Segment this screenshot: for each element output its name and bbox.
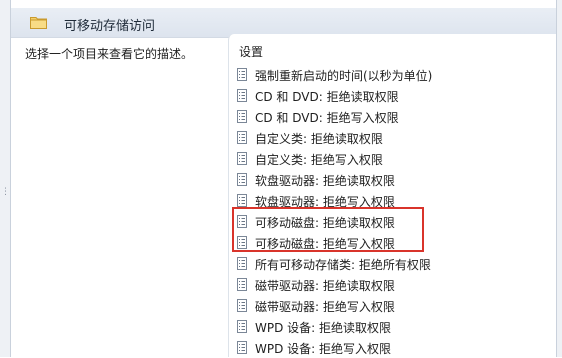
list-item[interactable]: 所有可移动存储类: 拒绝所有权限 [237,253,555,274]
policy-setting-icon [237,173,247,186]
policy-setting-icon [237,215,247,228]
list-item-label: WPD 设备: 拒绝写入权限 [255,342,392,356]
policy-setting-icon [237,278,247,291]
list-item[interactable]: 自定义类: 拒绝读取权限 [237,127,555,148]
list-item[interactable]: 可移动磁盘: 拒绝读取权限 [237,211,555,232]
list-item-label: 磁带驱动器: 拒绝写入权限 [255,300,395,314]
policy-setting-icon [237,152,247,165]
list-item-label: 强制重新启动的时间(以秒为单位) [255,69,433,83]
policy-setting-icon [237,299,247,312]
list-item[interactable]: 强制重新启动的时间(以秒为单位) [237,64,555,85]
list-item-label: 软盘驱动器: 拒绝写入权限 [255,195,395,209]
list-item-label: 软盘驱动器: 拒绝读取权限 [255,174,395,188]
list-item-label: 可移动磁盘: 拒绝写入权限 [255,237,395,251]
right-edge [556,0,562,357]
left-splitter[interactable]: ⋮ [0,0,11,357]
list-item-label: 所有可移动存储类: 拒绝所有权限 [255,258,431,272]
description-text: 选择一个项目来查看它的描述。 [25,47,194,61]
policy-setting-icon [237,89,247,102]
list-item[interactable]: 可移动磁盘: 拒绝写入权限 [237,232,555,253]
list-item[interactable]: WPD 设备: 拒绝读取权限 [237,316,555,337]
policy-setting-icon [237,194,247,207]
policy-setting-icon [237,257,247,270]
policy-setting-icon [237,341,247,354]
settings-list: 设置 强制重新启动的时间(以秒为单位) CD 和 DVD: 拒绝读取权限 CD 和 … [228,34,557,357]
policy-setting-icon [237,68,247,81]
policy-setting-icon [237,110,247,123]
policy-setting-icon [237,131,247,144]
list-item[interactable]: 磁带驱动器: 拒绝写入权限 [237,295,555,316]
list-item[interactable]: 软盘驱动器: 拒绝读取权限 [237,169,555,190]
list-item[interactable]: 自定义类: 拒绝写入权限 [237,148,555,169]
list-item[interactable]: WPD 设备: 拒绝写入权限 [237,337,555,358]
splitter-grip-icon: ⋮ [1,187,10,197]
list-item[interactable]: 磁带驱动器: 拒绝读取权限 [237,274,555,295]
list-item[interactable]: CD 和 DVD: 拒绝写入权限 [237,106,555,127]
folder-icon [30,17,47,29]
list-item-label: WPD 设备: 拒绝读取权限 [255,321,392,335]
description-pane: 选择一个项目来查看它的描述。 [11,38,226,357]
list-item-label: 可移动磁盘: 拒绝读取权限 [255,216,395,230]
column-header-settings[interactable]: 设置 [239,43,263,60]
list-item-label: 磁带驱动器: 拒绝读取权限 [255,279,395,293]
policy-setting-icon [237,236,247,249]
list-item-label: CD 和 DVD: 拒绝写入权限 [255,111,399,125]
policy-setting-icon [237,320,247,333]
list-item-label: 自定义类: 拒绝写入权限 [255,153,383,167]
list-item[interactable]: CD 和 DVD: 拒绝读取权限 [237,85,555,106]
list-item-label: 自定义类: 拒绝读取权限 [255,132,383,146]
list-item[interactable]: 软盘驱动器: 拒绝写入权限 [237,190,555,211]
list-item-label: CD 和 DVD: 拒绝读取权限 [255,90,399,104]
page-title: 可移动存储访问 [64,19,156,34]
